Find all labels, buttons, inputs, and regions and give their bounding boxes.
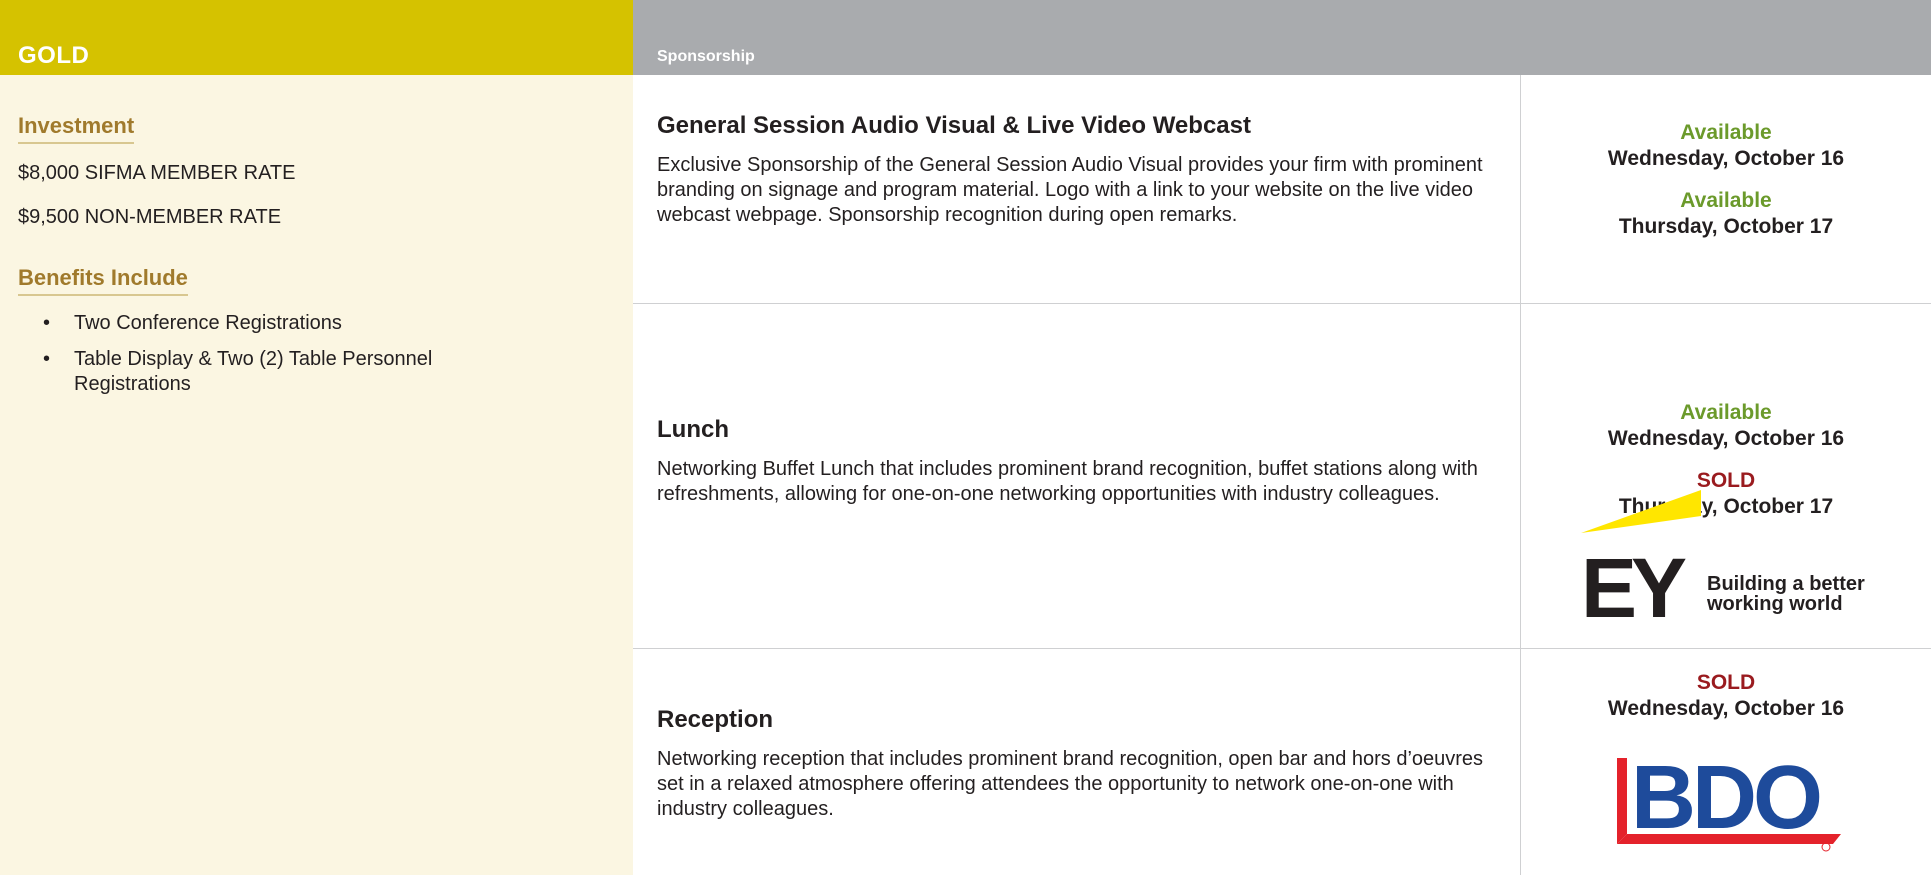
item-description: Networking Buffet Lunch that includes pr…: [657, 458, 1478, 505]
item-title: General Session Audio Visual & Live Vide…: [657, 112, 1251, 139]
benefit-text: Table Display & Two (2) Table Personnel …: [74, 348, 433, 395]
item-description: Exclusive Sponsorship of the General Ses…: [657, 154, 1483, 226]
bullet-icon: •: [43, 312, 51, 334]
row-description-cell: General Session Audio Visual & Live Vide…: [633, 75, 1521, 303]
tier-summary-panel: Investment $8,000 SIFMA MEMBER RATE $9,5…: [0, 75, 633, 875]
table-row-general-session: General Session Audio Visual & Live Vide…: [633, 75, 1931, 304]
benefits-list: • Two Conference Registrations • Table D…: [18, 311, 633, 397]
row-availability-cell: SOLD Wednesday, October 16 BDO: [1521, 649, 1931, 875]
registered-mark-icon: [1821, 842, 1831, 852]
bdo-logo: BDO: [1603, 748, 1853, 861]
item-description: Networking reception that includes promi…: [657, 748, 1484, 820]
slot-day: Wednesday, October 16: [1607, 147, 1845, 170]
row-availability-cell: Available Wednesday, October 16 SOLD Thu…: [1521, 304, 1931, 648]
benefits-title: Benefits Include: [18, 265, 188, 296]
row-availability-cell: Available Wednesday, October 16 Availabl…: [1521, 75, 1931, 303]
slot-day: Wednesday, October 16: [1607, 427, 1845, 450]
benefit-item: • Two Conference Registrations: [43, 311, 544, 336]
sponsorship-column-header: Sponsorship: [633, 0, 1931, 75]
member-rate: $8,000 SIFMA MEMBER RATE: [18, 162, 296, 184]
item-title: Lunch: [657, 416, 729, 443]
bullet-icon: •: [43, 348, 51, 370]
ey-wordmark: EY: [1581, 541, 1686, 620]
ey-tagline-line2: working world: [1706, 593, 1843, 615]
bdo-logo-graphic: BDO: [1617, 748, 1841, 852]
benefit-item: • Table Display & Two (2) Table Personne…: [43, 347, 544, 397]
ey-logo-graphic: EY Building a better working world: [1581, 490, 1865, 635]
item-title: Reception: [657, 706, 774, 733]
row-description-cell: Lunch Networking Buffet Lunch that inclu…: [633, 304, 1521, 648]
investment-title: Investment: [18, 113, 135, 144]
table-row-reception: Reception Networking reception that incl…: [633, 649, 1931, 875]
row-description-cell: Reception Networking reception that incl…: [633, 649, 1521, 875]
ey-tagline-line1: Building a better: [1707, 573, 1865, 595]
non-member-rate: $9,500 NON-MEMBER RATE: [18, 206, 282, 228]
ey-beam-icon: [1581, 490, 1701, 533]
status-badge: Available: [1680, 189, 1772, 212]
benefit-text: Two Conference Registrations: [74, 312, 342, 334]
table-row-lunch: Lunch Networking Buffet Lunch that inclu…: [633, 304, 1931, 649]
tier-header: GOLD: [0, 0, 633, 75]
sponsorship-table: General Session Audio Visual & Live Vide…: [633, 75, 1931, 875]
bdo-wordmark: BDO: [1631, 756, 1820, 848]
bdo-red-bar-icon: [1617, 758, 1627, 844]
status-badge: Available: [1680, 401, 1772, 424]
status-badge: SOLD: [1696, 671, 1756, 694]
ey-logo: EY Building a better working world: [1581, 490, 1871, 635]
sponsorship-page: GOLD Sponsorship Investment $8,000 SIFMA…: [0, 0, 1931, 875]
status-badge: Available: [1680, 121, 1772, 144]
top-band: GOLD Sponsorship: [0, 0, 1931, 75]
slot-day: Thursday, October 17: [1618, 215, 1834, 238]
slot-day: Wednesday, October 16: [1607, 697, 1845, 720]
